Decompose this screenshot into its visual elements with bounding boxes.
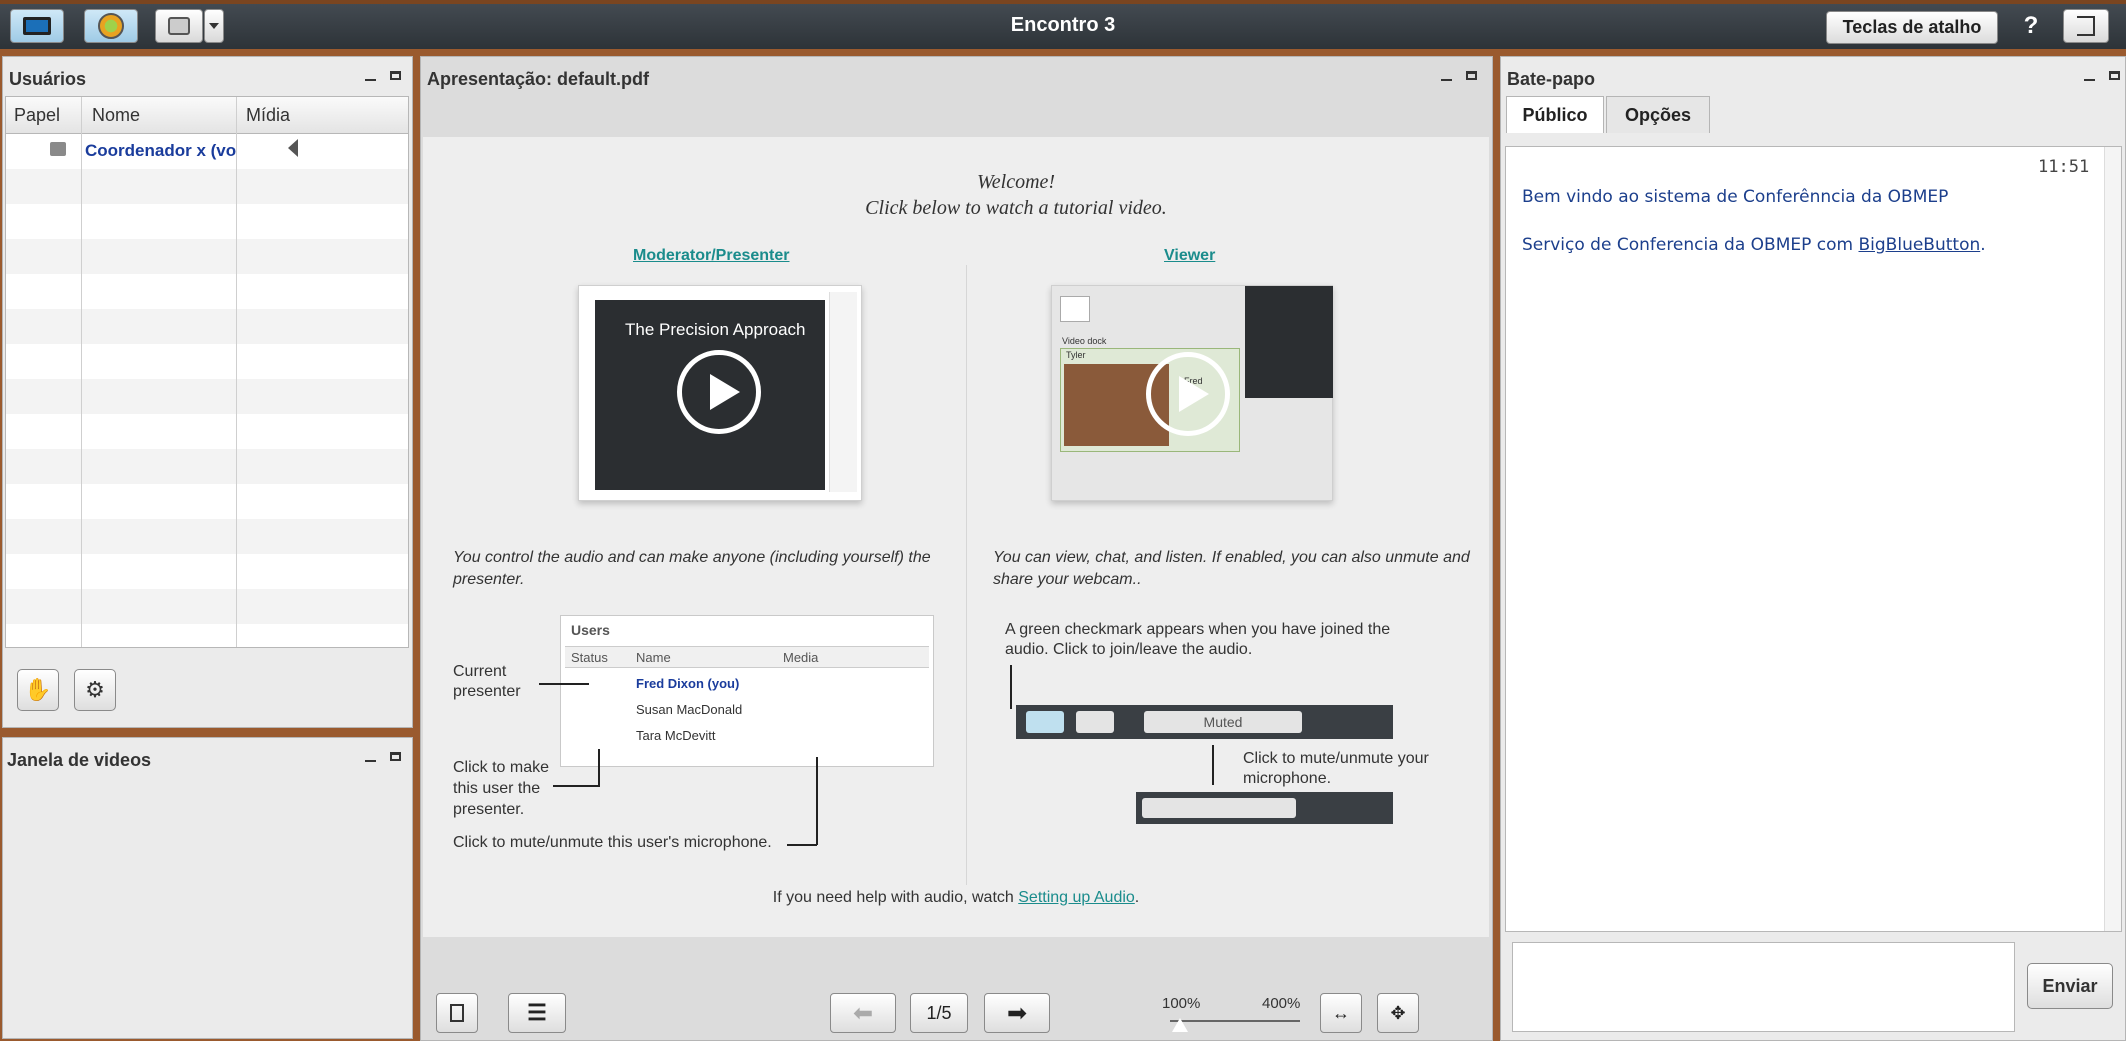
maximize-icon[interactable] bbox=[390, 70, 401, 80]
presenter-icon[interactable] bbox=[50, 142, 66, 156]
page-indicator[interactable]: 1/5 bbox=[910, 993, 968, 1033]
bigbluebutton-link[interactable]: BigBlueButton bbox=[1859, 235, 1981, 255]
upload-button[interactable] bbox=[436, 993, 478, 1033]
example-audio-toolbar: Muted bbox=[1016, 705, 1393, 739]
hand-icon: ✋ bbox=[24, 677, 52, 702]
example-col-status: Status bbox=[571, 650, 608, 665]
tab-public[interactable]: Público bbox=[1506, 96, 1604, 133]
presentation-slide: Welcome! Click below to watch a tutorial… bbox=[423, 137, 1489, 937]
meeting-title: Encontro 3 bbox=[1010, 14, 1116, 36]
example-col-name: Name bbox=[636, 650, 671, 665]
maximize-icon[interactable] bbox=[390, 751, 401, 761]
fit-width-icon: ↔ bbox=[1332, 1002, 1350, 1023]
moderator-video-thumbnail[interactable]: The Precision Approach bbox=[578, 285, 862, 501]
play-icon[interactable] bbox=[677, 350, 761, 434]
mute-mic-label: Click to mute/unmute your microphone. bbox=[1243, 750, 1429, 787]
table-row bbox=[6, 519, 408, 554]
help-button[interactable]: ? bbox=[2020, 12, 2042, 42]
chat-scrollbar[interactable] bbox=[2104, 147, 2121, 931]
videos-panel-title: Janela de videos bbox=[7, 750, 152, 770]
muted-label: Muted bbox=[1144, 711, 1302, 733]
users-grid-header: Papel Nome Mídia bbox=[6, 97, 408, 134]
send-button[interactable]: Enviar bbox=[2027, 963, 2113, 1009]
zoom-max-label: 400% bbox=[1262, 995, 1301, 1012]
col-name[interactable]: Nome bbox=[92, 105, 140, 126]
example-users-title: Users bbox=[571, 622, 610, 638]
audio-help-text: If you need help with audio, watch Setti… bbox=[772, 889, 1140, 906]
chat-messages-area: 11:51 Bem vindo ao sistema de Conferênnc… bbox=[1505, 146, 2122, 932]
minimize-icon[interactable] bbox=[365, 79, 376, 81]
example-mic-bar bbox=[1136, 792, 1393, 824]
next-slide-button[interactable]: ➡ bbox=[984, 993, 1050, 1033]
example-user: Fred Dixon (you) bbox=[636, 676, 740, 691]
play-icon[interactable] bbox=[1146, 352, 1230, 436]
user-name[interactable]: Coordenador x (vo bbox=[85, 141, 236, 161]
table-row bbox=[6, 589, 408, 624]
viewer-description: You can view, chat, and listen. If enabl… bbox=[993, 549, 1470, 588]
users-grid: Papel Nome Mídia Coordenador x (vo bbox=[5, 96, 409, 648]
col-media[interactable]: Mídia bbox=[246, 105, 290, 126]
table-row bbox=[6, 449, 408, 484]
table-row bbox=[6, 309, 408, 344]
speaker-icon[interactable] bbox=[288, 139, 298, 157]
viewer-video-thumbnail[interactable]: Video dock Tyler Fred bbox=[1051, 285, 1333, 501]
example-col-media: Media bbox=[783, 650, 819, 665]
mute-user-label: Click to mute/unmute this user's microph… bbox=[453, 834, 772, 851]
video-dock-label: Video dock bbox=[1062, 336, 1107, 346]
example-user: Tara McDevitt bbox=[636, 728, 716, 743]
upload-icon bbox=[450, 1004, 464, 1022]
logout-icon bbox=[2077, 16, 2095, 36]
example-user: Susan MacDonald bbox=[636, 702, 743, 717]
make-presenter-label: Click to make this user the presenter. bbox=[453, 759, 550, 818]
settings-button[interactable]: ⚙ bbox=[74, 669, 116, 711]
moderator-description: You control the audio and can make anyon… bbox=[453, 549, 931, 588]
maximize-icon[interactable] bbox=[2109, 70, 2120, 80]
chat-message: Serviço de Conferencia da OBMEP com BigB… bbox=[1522, 235, 1986, 255]
table-row bbox=[6, 169, 408, 204]
tab-options[interactable]: Opções bbox=[1606, 96, 1710, 133]
green-check-label: A green checkmark appears when you have … bbox=[1005, 621, 1391, 658]
viewer-link[interactable]: Viewer bbox=[1164, 247, 1215, 265]
raise-hand-button[interactable]: ✋ bbox=[17, 669, 59, 711]
align-icon: ☰ bbox=[527, 1000, 547, 1025]
fit-button[interactable]: ☰ bbox=[508, 993, 566, 1033]
top-toolbar: Encontro 3 Teclas de atalho ? bbox=[0, 0, 2126, 49]
thumb-title: The Precision Approach bbox=[625, 320, 806, 339]
arrow-left-icon: ⬅ bbox=[852, 999, 874, 1027]
logout-button[interactable] bbox=[2063, 9, 2109, 43]
move-icon: ✥ bbox=[1390, 1002, 1406, 1023]
example-users-panel: Users Status Name Media Fred Dixon (you)… bbox=[560, 615, 934, 767]
minimize-icon[interactable] bbox=[2084, 79, 2095, 81]
zoom-min-label: 100% bbox=[1162, 995, 1201, 1012]
zoom-slider[interactable] bbox=[1170, 1020, 1300, 1022]
chat-message: Bem vindo ao sistema de Conferênncia da … bbox=[1522, 187, 1949, 207]
col-role[interactable]: Papel bbox=[14, 105, 60, 126]
prev-slide-button[interactable]: ⬅ bbox=[830, 993, 896, 1033]
maximize-icon[interactable] bbox=[1466, 70, 1477, 80]
table-row bbox=[6, 239, 408, 274]
shortcuts-button[interactable]: Teclas de atalho bbox=[1826, 11, 1998, 44]
chat-title: Bate-papo bbox=[1507, 69, 1596, 89]
presentation-title: Apresentação: default.pdf bbox=[427, 69, 650, 89]
slide-welcome: Welcome! bbox=[976, 171, 1056, 193]
minimize-icon[interactable] bbox=[1441, 79, 1452, 81]
chat-time: 11:51 bbox=[2038, 157, 2090, 177]
tyler-label: Tyler bbox=[1066, 350, 1086, 360]
slide-subtitle: Click below to watch a tutorial video. bbox=[865, 197, 1167, 219]
fit-width-button[interactable]: ↔ bbox=[1320, 993, 1362, 1033]
videos-panel: Janela de videos bbox=[2, 737, 413, 1039]
fit-page-button[interactable]: ✥ bbox=[1377, 993, 1419, 1033]
arrow-right-icon: ➡ bbox=[1006, 999, 1028, 1027]
moderator-link[interactable]: Moderator/Presenter bbox=[633, 247, 790, 265]
table-row bbox=[6, 379, 408, 414]
setting-up-audio-link[interactable]: Setting up Audio bbox=[1018, 889, 1135, 906]
chat-input[interactable] bbox=[1512, 942, 2015, 1032]
users-panel: Usuários Papel Nome Mídia Coordenador x … bbox=[2, 56, 413, 728]
users-panel-title: Usuários bbox=[9, 69, 87, 89]
zoom-slider-thumb[interactable] bbox=[1172, 1018, 1188, 1032]
current-presenter-label: Current presenter bbox=[453, 663, 521, 700]
gear-icon: ⚙ bbox=[85, 677, 105, 702]
minimize-icon[interactable] bbox=[365, 760, 376, 762]
